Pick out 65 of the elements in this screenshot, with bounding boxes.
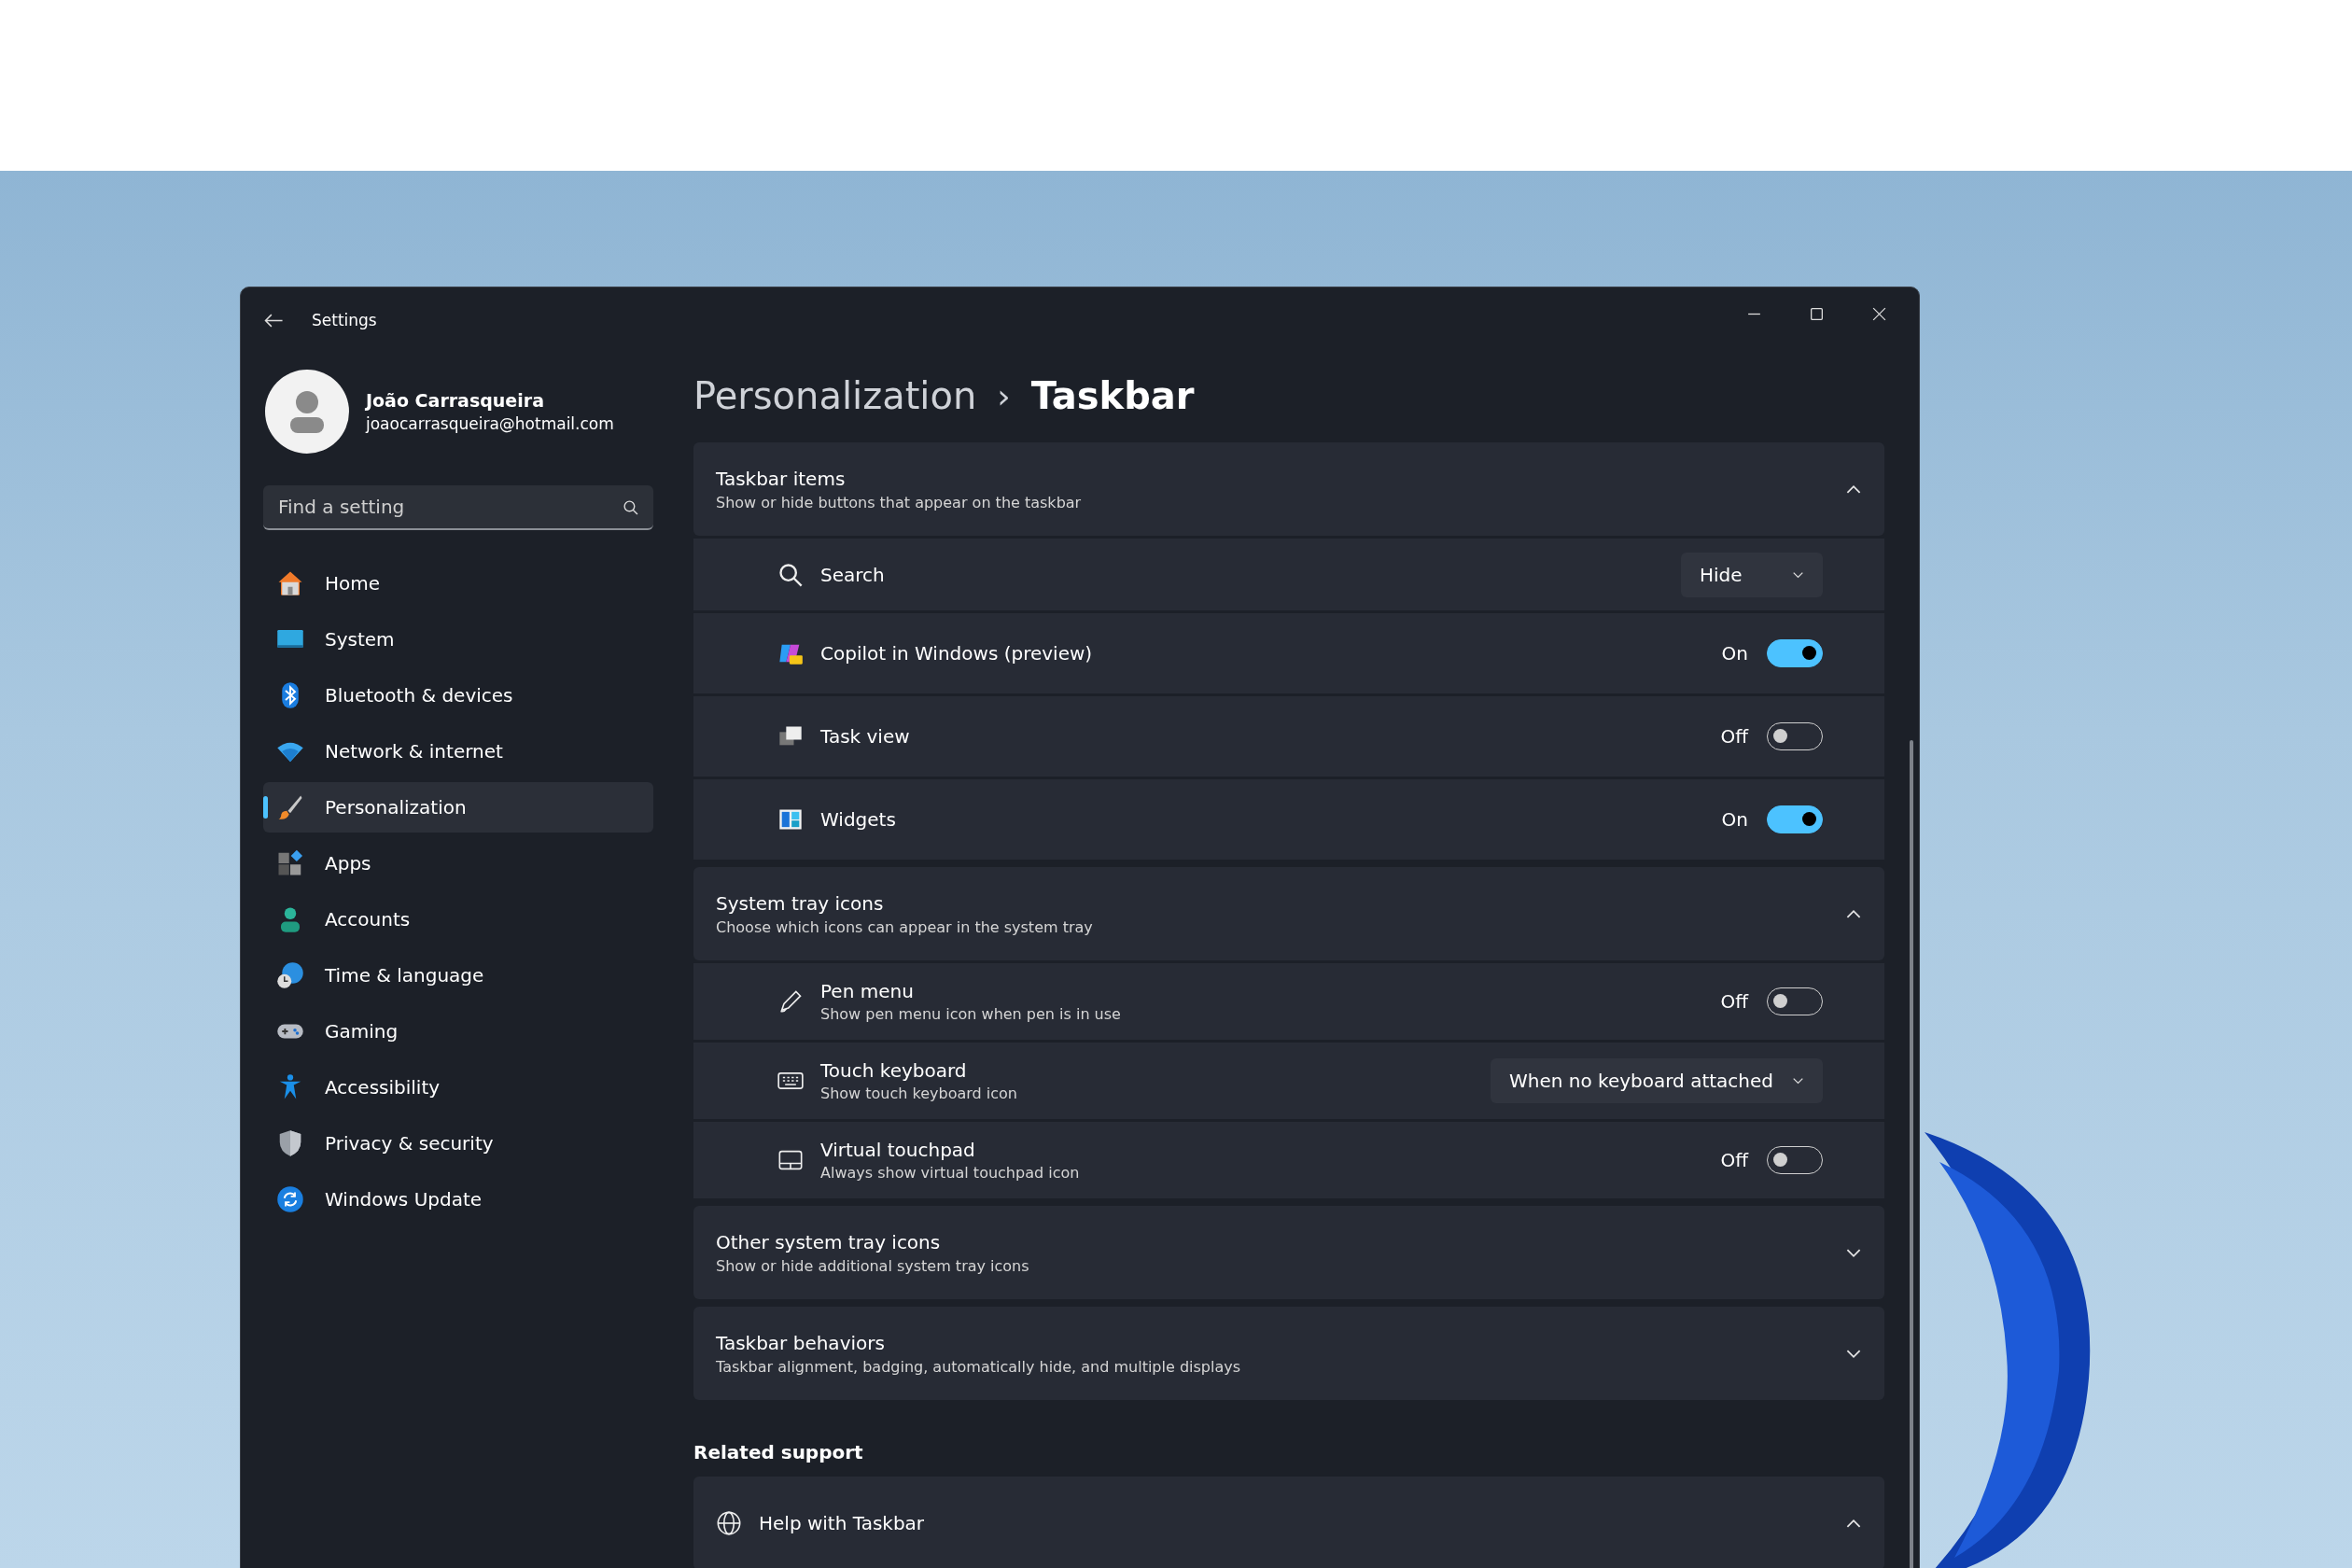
sidebar-item[interactable]: Network & internet	[263, 726, 653, 777]
sidebar-item[interactable]: Privacy & security	[263, 1118, 653, 1169]
search-icon	[777, 561, 804, 588]
setting-description: Show touch keyboard icon	[820, 1085, 1017, 1102]
window-title: Settings	[312, 311, 377, 329]
apps-icon	[276, 849, 304, 877]
help-card[interactable]: Help with Taskbar	[693, 1477, 1884, 1568]
setting-label: Virtual touchpad	[820, 1139, 976, 1161]
sidebar-item[interactable]: Apps	[263, 838, 653, 889]
globe-clock-icon	[276, 961, 304, 989]
refresh-icon	[276, 1185, 304, 1213]
section-heading: Related support	[693, 1441, 864, 1463]
toggle-state: Off	[1720, 1149, 1748, 1171]
toggle-state: On	[1721, 808, 1748, 831]
section-header[interactable]: Taskbar items Show or hide buttons that appear on the taskbar	[693, 442, 1884, 536]
setting-description: Always show virtual touchpad icon	[820, 1164, 1080, 1182]
selection-indicator	[263, 796, 268, 819]
sidebar-item[interactable]: Personalization	[263, 782, 653, 833]
sidebar-item[interactable]: Bluetooth & devices	[263, 670, 653, 721]
sidebar-item[interactable]: Accounts	[263, 894, 653, 945]
sidebar-item[interactable]: Home	[263, 558, 653, 609]
setting-label: Touch keyboard	[820, 1059, 968, 1082]
breadcrumb-parent[interactable]: Personalization	[693, 374, 977, 417]
section-header[interactable]: Taskbar behaviors Taskbar alignment, badging, automatically hide, and multiple displays	[693, 1307, 1884, 1400]
toggle-switch[interactable]	[1767, 639, 1823, 667]
back-arrow-icon[interactable]	[263, 312, 284, 329]
toggle-state: Off	[1720, 990, 1748, 1013]
house-icon	[276, 569, 304, 597]
breadcrumb-separator: ›	[997, 376, 1011, 415]
sidebar-item[interactable]: Windows Update	[263, 1174, 653, 1225]
paintbrush-icon	[276, 793, 304, 821]
sidebar-item[interactable]: Gaming	[263, 1006, 653, 1057]
setting-label: Widgets	[820, 808, 896, 831]
setting-label: Copilot in Windows (preview)	[820, 642, 1093, 665]
scrollbar[interactable]	[1910, 740, 1913, 1568]
chevron-up-icon[interactable]	[1845, 908, 1862, 919]
maximize-icon[interactable]	[1809, 305, 1825, 322]
pen-icon	[777, 988, 804, 1015]
chevron-up-icon[interactable]	[1845, 1518, 1862, 1529]
search-field[interactable]: Find a setting	[263, 485, 653, 530]
section-header[interactable]: System tray icons Choose which icons can appear in the system tray	[693, 867, 1884, 960]
close-icon[interactable]	[1871, 305, 1887, 322]
page-title: Taskbar	[1030, 374, 1195, 417]
globe-icon	[716, 1510, 742, 1536]
sidebar-item[interactable]: System	[263, 614, 653, 665]
account-email: joaocarrasqueira@hotmail.com	[366, 414, 614, 433]
chevron-down-icon[interactable]	[1845, 1348, 1862, 1359]
chevron-down-icon[interactable]	[1845, 1247, 1862, 1258]
chevron-down-icon	[1792, 570, 1804, 579]
toggle-state: Off	[1720, 725, 1748, 748]
setting-label: Task view	[820, 725, 910, 748]
search-icon	[623, 499, 638, 515]
section-header[interactable]: Other system tray icons Show or hide additional system tray icons	[693, 1206, 1884, 1299]
setting-label: Search	[820, 563, 885, 586]
toggle-state: On	[1721, 642, 1748, 665]
account-name: João Carrasqueira	[366, 390, 545, 411]
chevron-down-icon	[1792, 1077, 1804, 1085]
dropdown[interactable]: Hide	[1681, 552, 1823, 597]
setting-label: Pen menu	[820, 980, 915, 1002]
chevron-up-icon[interactable]	[1845, 483, 1862, 495]
toggle-switch[interactable]	[1767, 805, 1823, 833]
setting-description: Show pen menu icon when pen is in use	[820, 1005, 1121, 1023]
sidebar-item[interactable]: Time & language	[263, 950, 653, 1001]
sidebar-item[interactable]: Accessibility	[263, 1062, 653, 1113]
dropdown[interactable]: When no keyboard attached	[1490, 1058, 1823, 1103]
